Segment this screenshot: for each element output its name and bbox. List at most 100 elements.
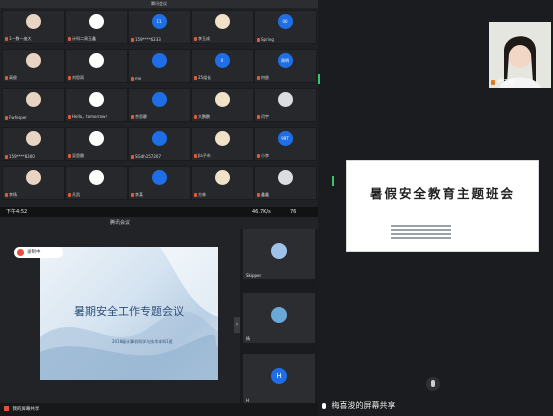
mic-icon xyxy=(257,154,260,158)
grid-tile[interactable]: 凡凯 xyxy=(65,166,128,200)
status-time: 下午4:52 xyxy=(6,209,28,215)
participant-name-text: 1—数—庞大 xyxy=(9,36,32,41)
participant-name: Fwhisper xyxy=(5,115,27,120)
participant-tile[interactable]: H H xyxy=(243,354,315,404)
avatar xyxy=(271,243,287,259)
document-line xyxy=(391,225,451,227)
grid-tile[interactable]: 吴思嫩 xyxy=(65,127,128,161)
participant-name: 刘思雨 xyxy=(68,75,84,81)
participant-name: 方林 xyxy=(194,192,206,198)
participant-name: 鑫鑫 xyxy=(257,192,269,198)
phone-screenshot: 下午4:52 46.7K/s 76 腾讯会议 暑期安全工作专题会议 2018级计… xyxy=(0,207,318,416)
grid-tile[interactable]: Jia子市 xyxy=(191,127,254,161)
grid-tile[interactable]: 计科二周玉鑫 xyxy=(65,10,128,44)
mic-icon xyxy=(5,37,8,41)
grid-tile[interactable]: 闫宇 xyxy=(254,88,317,122)
grid-tile[interactable]: 159****8300 xyxy=(2,127,65,161)
participant-name: 159****8300 xyxy=(5,154,35,159)
status-bar: 下午4:52 46.7K/s 76 xyxy=(0,207,318,217)
avatar xyxy=(25,131,41,146)
mic-icon xyxy=(131,155,134,159)
mic-icon xyxy=(491,80,495,85)
mic-icon xyxy=(68,37,71,41)
avatar-badge-text: 0 xyxy=(220,58,224,63)
avatar xyxy=(151,131,167,146)
avatar: 11 xyxy=(151,14,167,29)
camera-tile[interactable]: 代亚南 xyxy=(489,22,551,88)
mic-button[interactable] xyxy=(426,377,440,391)
mic-icon xyxy=(5,116,8,120)
grid-tile[interactable]: 11 159****6233 xyxy=(128,10,191,44)
grid-tile[interactable]: 李玉成 xyxy=(191,10,254,44)
grid-tile[interactable]: Fwhisper xyxy=(2,88,65,122)
mic-icon xyxy=(5,155,8,159)
participant-name-text: 刘思雨 xyxy=(72,75,84,80)
grid-tile[interactable]: 0 25组长 xyxy=(191,49,254,83)
document-line xyxy=(391,233,451,235)
recording-badge[interactable]: 录制中 xyxy=(14,247,63,258)
grid-tile[interactable]: 李某 xyxy=(128,166,191,200)
mic-icon xyxy=(68,154,71,158)
participant-name: 大鹏鹏 xyxy=(194,114,210,120)
participant-name-text: 鑫鑫 xyxy=(261,192,269,197)
app-title-bar: 腾讯会议 xyxy=(0,217,240,229)
mic-icon xyxy=(194,37,197,41)
screen-share-owner: 梅喜浚的屏幕共享 xyxy=(331,401,396,410)
green-edge-indicator xyxy=(332,176,334,186)
avatar xyxy=(271,307,287,323)
avatar xyxy=(214,14,230,29)
grid-tile[interactable]: 大鹏鹏 xyxy=(191,88,254,122)
avatar: H xyxy=(271,368,287,384)
mic-icon xyxy=(68,76,71,80)
grid-tile[interactable]: SGdh157207 xyxy=(128,127,191,161)
grid-tile[interactable]: 余思静 xyxy=(128,88,191,122)
participant-name: Skipper xyxy=(246,273,262,278)
grid-tile[interactable]: 周明何俊 xyxy=(254,49,317,83)
grid-tile[interactable]: me xyxy=(128,49,191,83)
mic-icon xyxy=(131,115,134,119)
screen-share-bar: 我的屏幕共享 xyxy=(0,403,318,416)
avatar-badge-text: 周明 xyxy=(281,58,289,63)
collapse-handle[interactable]: › xyxy=(234,317,240,333)
mic-icon xyxy=(194,115,197,119)
avatar xyxy=(88,92,104,107)
participant-name: 小李 xyxy=(257,153,269,159)
mic-icon xyxy=(257,38,260,42)
avatar xyxy=(25,14,41,29)
participant-name-text: 李扬 xyxy=(9,192,17,197)
screen-share-footer: 梅喜浚的屏幕共享 xyxy=(318,396,553,416)
participant-name-text: 159****6233 xyxy=(135,37,161,42)
avatar xyxy=(151,53,167,68)
grid-tile[interactable]: 鑫鑫 xyxy=(254,166,317,200)
mic-icon xyxy=(194,154,197,158)
grid-tile[interactable]: 高俊 xyxy=(2,49,65,83)
avatar: 99T xyxy=(277,131,293,146)
participant-name-text: SGdh157207 xyxy=(135,154,161,159)
grid-tile[interactable]: 刘思雨 xyxy=(65,49,128,83)
participant-tile[interactable]: 杨 xyxy=(243,293,315,343)
avatar xyxy=(25,92,41,107)
participant-tile[interactable]: Skipper xyxy=(243,229,315,279)
grid-tile[interactable]: Hello，tomorrow！ xyxy=(65,88,128,122)
participant-name: Hello，tomorrow！ xyxy=(68,114,109,120)
grid-tile[interactable]: 00 Spring xyxy=(254,10,317,44)
microphone-icon xyxy=(431,380,435,387)
participant-name: 高俊 xyxy=(5,75,17,81)
avatar: 周明 xyxy=(277,53,293,68)
participant-name: 25组长 xyxy=(194,75,211,81)
grid-tile[interactable]: 李扬 xyxy=(2,166,65,200)
grid-tile[interactable]: 方林 xyxy=(191,166,254,200)
mic-icon xyxy=(68,115,71,119)
shared-slide: 暑期安全工作专题会议 2018级计算机科学与技术本科1班 xyxy=(40,247,218,380)
grid-tile[interactable]: 99T 小李 xyxy=(254,127,317,161)
participant-name: Spring xyxy=(257,37,274,42)
mic-icon xyxy=(257,193,260,197)
grid-tile[interactable]: 1—数—庞大 xyxy=(2,10,65,44)
participant-name-text: me xyxy=(135,76,142,81)
avatar xyxy=(88,53,104,68)
participant-name-text: 小李 xyxy=(261,153,269,158)
participant-name-text: 何俊 xyxy=(261,75,269,80)
mic-icon xyxy=(131,38,134,42)
avatar xyxy=(277,170,293,185)
avatar xyxy=(88,170,104,185)
